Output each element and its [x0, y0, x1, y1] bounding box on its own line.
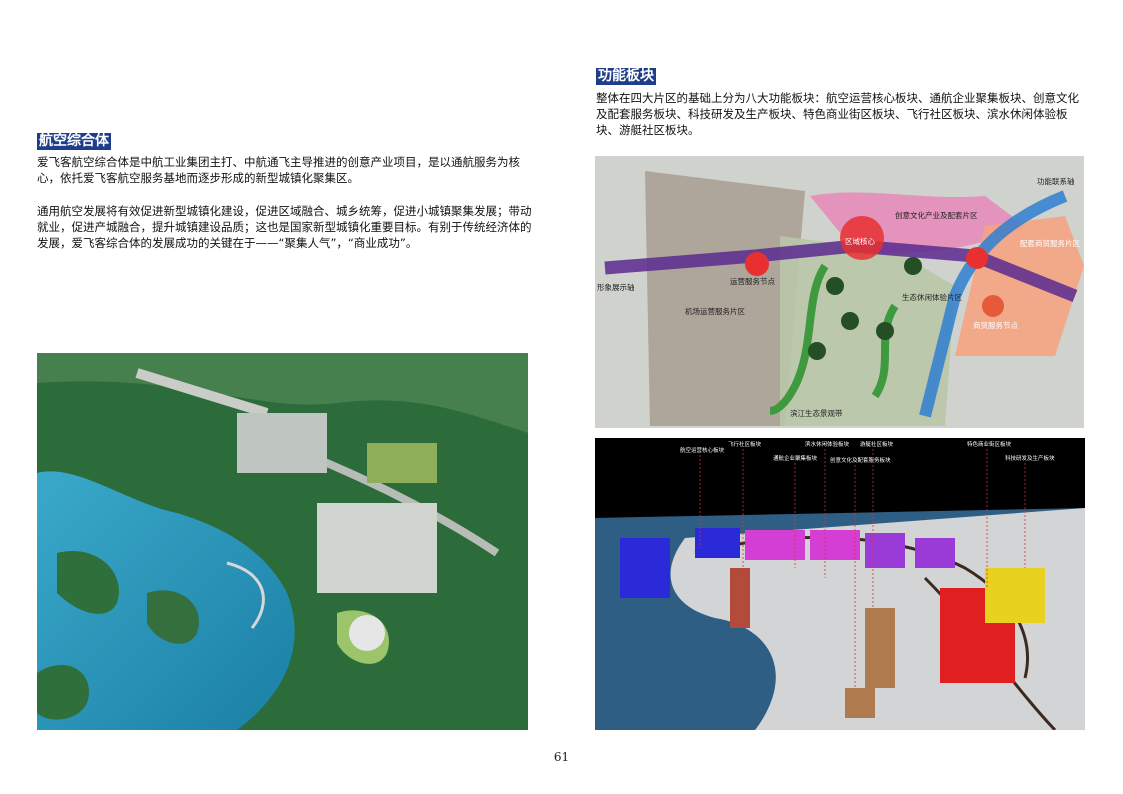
block-label-commercial-street: 特色商业街区板块 [967, 440, 1012, 448]
block-label-yacht-community: 游艇社区板块 [860, 440, 894, 448]
label-ops-node: 运营服务节点 [730, 276, 775, 286]
block-flight-community [730, 568, 750, 628]
page-number: 61 [553, 750, 570, 764]
block-creative-culture [745, 530, 805, 560]
block-label-aviation-core: 航空运营核心板块 [680, 446, 725, 454]
block-label-waterfront-leisure: 滨水休闲体验板块 [805, 440, 850, 448]
block-ga-enterprise [695, 528, 740, 558]
functional-zoning-map: 功能联系轴 创意文化产业及配套片区 区域核心 配套商贸服务片区 形象展示轴 运营… [595, 156, 1084, 428]
label-image-axis: 形象展示轴 [597, 282, 635, 292]
label-riverside-belt: 滨江生态景观带 [790, 408, 843, 418]
gateway-node [966, 247, 988, 269]
block-waterfront-leisure [865, 608, 895, 688]
function-blocks-3d-image: 航空运营核心板块 飞行社区板块 滨水休闲体验板块 游艇社区板块 特色商业街区板块… [595, 438, 1085, 730]
ops-service-node [745, 252, 769, 276]
trade-node [982, 295, 1004, 317]
block-label-flight-community: 飞行社区板块 [728, 440, 762, 448]
label-regional-core: 区域核心 [845, 236, 875, 246]
section-heading-aviation-complex: 航空综合体 [37, 133, 111, 150]
block-label-tech-rd: 科技研发及生产板块 [1005, 454, 1055, 462]
block-aviation-core [620, 538, 670, 598]
label-function-axis: 功能联系轴 [1037, 176, 1075, 186]
block-label-creative-culture: 创意文化及配套服务板块 [830, 456, 891, 464]
function-blocks-paragraph: 整体在四大片区的基础上分为八大功能板块：航空运营核心板块、通航企业聚集板块、创意… [596, 91, 1079, 137]
label-creative-zone: 创意文化产业及配套片区 [895, 210, 978, 220]
development-paragraph: 通用航空发展将有效促进新型城镇化建设，促进区域融合、城乡统筹，促进小城镇聚集发展… [37, 204, 532, 250]
label-trade-node: 商贸服务节点 [973, 320, 1018, 330]
label-eco-zone: 生态休闲体验片区 [902, 292, 962, 302]
intro-paragraph: 爱飞客航空综合体是中航工业集团主打、中航通飞主导推进的创意产业项目，是以通航服务… [37, 155, 520, 185]
label-supporting-zone: 配套商贸服务片区 [1020, 238, 1080, 248]
section-heading-function-blocks: 功能板块 [596, 68, 656, 85]
block-yacht-community [845, 688, 875, 718]
label-airport-zone: 机场运营服务片区 [685, 306, 745, 316]
aerial-rendering-image [37, 353, 528, 730]
block-tech-rd [865, 533, 905, 568]
block-label-ga-enterprise: 通航企业聚集板块 [773, 454, 818, 462]
